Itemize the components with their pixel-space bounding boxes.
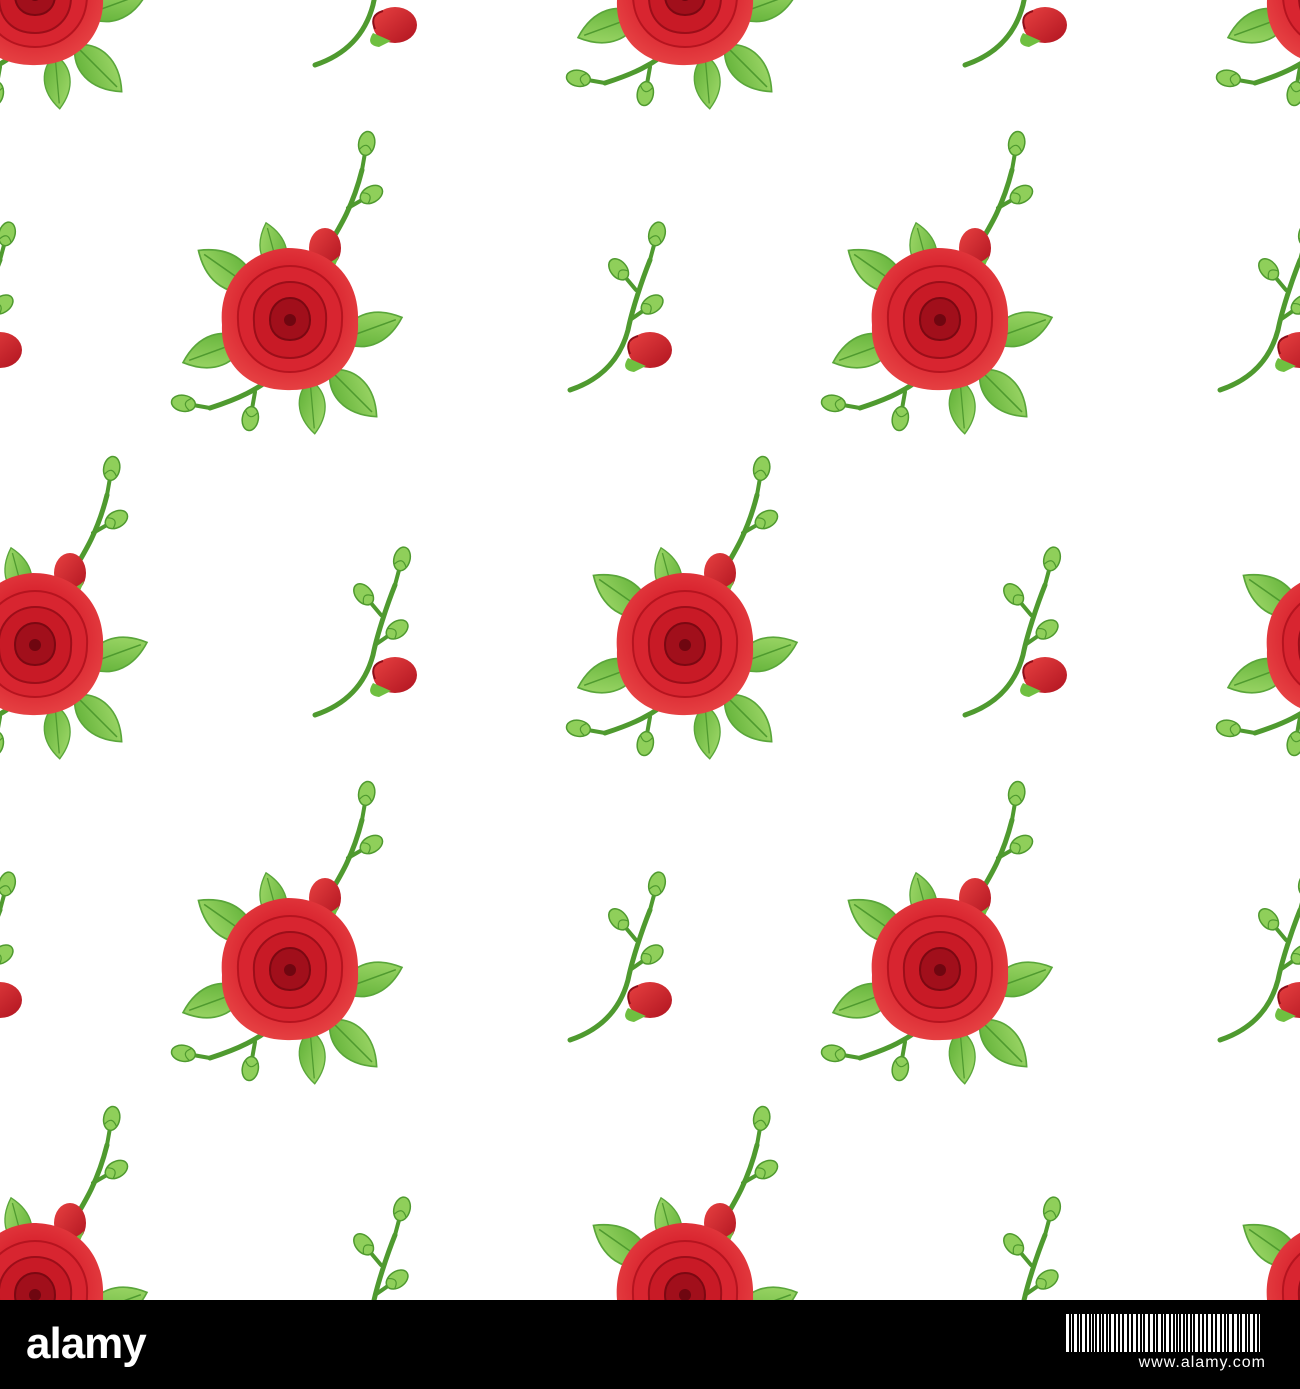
- id-code-bar: [1204, 1314, 1206, 1352]
- id-code-bar: [1181, 1314, 1183, 1352]
- footer-url: www.alamy.com: [1138, 1354, 1266, 1371]
- id-code-bar: [1082, 1314, 1085, 1352]
- rose-icon: [565, 455, 802, 760]
- rose-icon: [820, 780, 1057, 1085]
- rosebud-icon: [1220, 220, 1300, 390]
- id-code-bar: [1142, 1314, 1143, 1352]
- id-code-bar: [1158, 1314, 1161, 1352]
- rosebud-icon: [315, 545, 417, 715]
- id-code-bar: [1242, 1314, 1245, 1352]
- rosebud-icon: [1220, 870, 1300, 1040]
- id-code-bar: [1091, 1314, 1092, 1352]
- id-code-bar: [1124, 1314, 1127, 1352]
- rose-icon: [0, 1105, 152, 1300]
- id-code-bar: [1239, 1314, 1240, 1352]
- id-code-bar: [1195, 1314, 1198, 1352]
- roses-layer: [0, 0, 1300, 1300]
- id-code-bar: [1071, 1314, 1072, 1352]
- id-code-bar: [1094, 1314, 1095, 1352]
- id-code-bar: [1116, 1314, 1118, 1352]
- id-code-bar: [1145, 1314, 1148, 1352]
- id-code-bar: [1108, 1314, 1109, 1352]
- rose-icon: [170, 780, 407, 1085]
- rose-icon: [820, 130, 1057, 435]
- rosebud-icon: [570, 220, 672, 390]
- id-code-bar: [1129, 1314, 1131, 1352]
- footer-bar: alamy www.alamy.com: [0, 1300, 1300, 1389]
- id-code-bar: [1250, 1314, 1253, 1352]
- id-code-bar: [1079, 1314, 1080, 1352]
- id-code-bar: [1234, 1314, 1237, 1352]
- id-code-bar: [1247, 1314, 1248, 1352]
- id-code-bar: [1120, 1314, 1122, 1352]
- rosebud-icon: [0, 220, 22, 390]
- id-code-bar: [1101, 1314, 1102, 1352]
- rosebud-icon: [965, 1195, 1067, 1300]
- id-code-bar: [1185, 1314, 1186, 1352]
- id-code-bar: [1217, 1314, 1220, 1352]
- rosebud-icon: [0, 870, 22, 1040]
- rosebud-icon: [570, 870, 672, 1040]
- footer-id-block: www.alamy.com: [1036, 1314, 1266, 1376]
- id-code-bar: [1192, 1314, 1193, 1352]
- id-code-bar: [1175, 1314, 1176, 1352]
- rose-pattern: [0, 0, 1300, 1300]
- id-code-bar: [1226, 1314, 1227, 1352]
- rose-icon: [565, 1105, 802, 1300]
- id-code-bar: [1097, 1314, 1099, 1352]
- rose-icon: [170, 130, 407, 435]
- id-code-bar: [1066, 1314, 1069, 1352]
- id-code-bar: [1111, 1314, 1114, 1352]
- id-code-bar: [1255, 1314, 1257, 1352]
- id-code-bar: [1188, 1314, 1190, 1352]
- brand-logo: alamy: [26, 1319, 147, 1368]
- rosebud-icon: [965, 0, 1067, 65]
- rosebud-icon: [315, 0, 417, 65]
- rose-icon: [565, 0, 802, 110]
- id-code-bar: [1104, 1314, 1106, 1352]
- id-code-bar: [1150, 1314, 1153, 1352]
- rosebud-icon: [965, 545, 1067, 715]
- id-code-bar: [1163, 1314, 1164, 1352]
- rose-icon: [1215, 1105, 1300, 1300]
- id-code-bar: [1138, 1314, 1140, 1352]
- id-code-bar: [1208, 1314, 1211, 1352]
- id-code-bar: [1155, 1314, 1156, 1352]
- id-code-bar: [1166, 1314, 1169, 1352]
- rose-icon: [0, 0, 152, 110]
- id-code-bar: [1087, 1314, 1089, 1352]
- rose-icon: [0, 455, 152, 760]
- id-code-bar: [1213, 1314, 1215, 1352]
- id-code-bar: [1074, 1314, 1077, 1352]
- id-code-bar: [1229, 1314, 1232, 1352]
- id-code-bar: [1178, 1314, 1179, 1352]
- id-code-bar: [1171, 1314, 1173, 1352]
- id-code-bar: [1259, 1314, 1260, 1352]
- rose-pattern-graphic: [0, 0, 1300, 1300]
- id-code-bar: [1200, 1314, 1202, 1352]
- id-code-graphic: [1066, 1314, 1260, 1352]
- rosebud-icon: [315, 1195, 417, 1300]
- rose-icon: [1215, 455, 1300, 760]
- id-code-bar: [1133, 1314, 1136, 1352]
- rose-icon: [1215, 0, 1300, 110]
- id-code-bar: [1222, 1314, 1224, 1352]
